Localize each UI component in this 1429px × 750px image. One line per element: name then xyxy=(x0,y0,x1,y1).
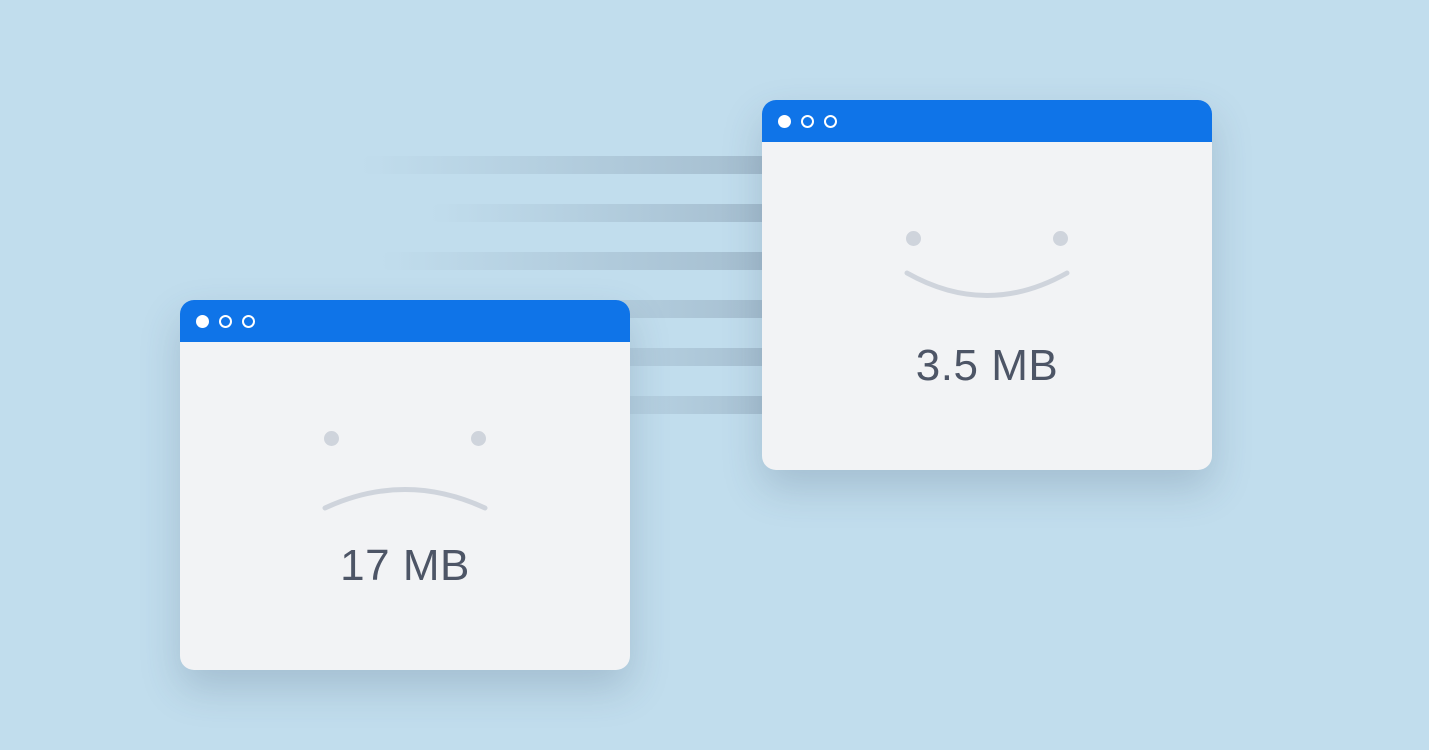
file-size-label: 17 MB xyxy=(340,541,470,591)
file-size-label: 3.5 MB xyxy=(916,341,1058,391)
sad-face-icon xyxy=(310,421,500,513)
window-dot-icon xyxy=(778,115,791,128)
window-titlebar xyxy=(762,100,1212,142)
browser-window-small: 3.5 MB xyxy=(762,100,1212,470)
window-titlebar xyxy=(180,300,630,342)
window-dot-icon xyxy=(242,315,255,328)
browser-window-large: 17 MB xyxy=(180,300,630,670)
window-content: 17 MB xyxy=(180,342,630,670)
window-dot-icon xyxy=(801,115,814,128)
happy-face-icon xyxy=(892,221,1082,313)
window-dot-icon xyxy=(196,315,209,328)
window-dot-icon xyxy=(219,315,232,328)
window-content: 3.5 MB xyxy=(762,142,1212,470)
window-dot-icon xyxy=(824,115,837,128)
